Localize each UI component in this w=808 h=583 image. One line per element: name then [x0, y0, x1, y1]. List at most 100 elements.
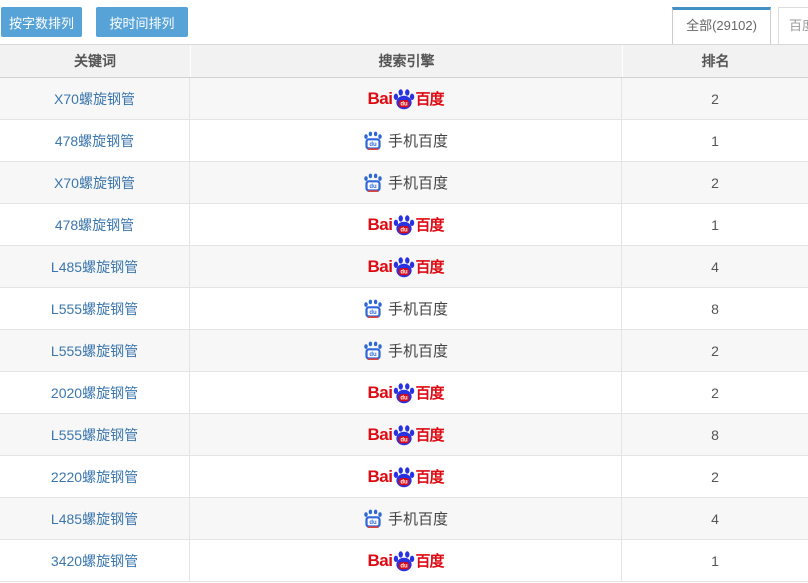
- baidu-logo: Bai du 百度: [368, 550, 444, 572]
- mobile-icon-du-text: du: [369, 351, 377, 357]
- keyword-link[interactable]: L555螺旋钢管: [51, 299, 138, 319]
- keyword-cell: L555螺旋钢管: [0, 330, 190, 371]
- rank-value: 2: [621, 456, 808, 497]
- keyword-cell: L555螺旋钢管: [0, 288, 190, 329]
- sort-by-wordcount-button[interactable]: 按字数排列: [1, 7, 82, 37]
- table-row: L555螺旋钢管 Bai du 百度: [0, 414, 808, 456]
- mobile-baidu-icon: du: [363, 341, 383, 361]
- baidu-logo-du-text: du: [401, 479, 409, 485]
- keyword-cell: 3420螺旋钢管: [0, 540, 190, 581]
- engine-cell: Bai du 百度: [190, 288, 621, 329]
- engine-cell: Bai du 百度: [190, 204, 621, 245]
- mobile-baidu-icon: du: [363, 131, 383, 151]
- baidu-paw-icon: du: [392, 466, 416, 488]
- baidu-paw-icon: du: [392, 382, 416, 404]
- table-row: X70螺旋钢管 Bai du 百度: [0, 162, 808, 204]
- baidu-logo-cn-text: 百度: [415, 466, 443, 487]
- keyword-link[interactable]: 478螺旋钢管: [55, 131, 134, 151]
- baidu-logo-bai-text: Bai: [368, 383, 393, 403]
- tab-all[interactable]: 全部(29102): [672, 7, 771, 44]
- baidu-logo-du-text: du: [401, 395, 409, 401]
- engine-cell: Bai du 百度: [190, 78, 621, 119]
- rank-value: 2: [621, 372, 808, 413]
- table-row: 2020螺旋钢管 Bai du 百度: [0, 372, 808, 414]
- baidu-logo-cn-text: 百度: [415, 88, 443, 109]
- keyword-link[interactable]: L555螺旋钢管: [51, 425, 138, 445]
- baidu-paw-icon: du: [392, 88, 416, 110]
- baidu-logo-du-text: du: [401, 437, 409, 443]
- table-body: X70螺旋钢管 Bai du 百度: [0, 78, 808, 583]
- rank-value: 2: [621, 162, 808, 203]
- mobile-baidu: du 手机百度: [363, 172, 448, 193]
- keyword-cell: 2020螺旋钢管: [0, 372, 190, 413]
- baidu-logo-bai-text: Bai: [368, 215, 393, 235]
- engine-cell: Bai du 百度: [190, 120, 621, 161]
- table-row: L485螺旋钢管 Bai du 百度: [0, 246, 808, 288]
- mobile-baidu-label: 手机百度: [388, 172, 448, 193]
- baidu-logo-bai-text: Bai: [368, 467, 393, 487]
- baidu-logo-cn-text: 百度: [415, 214, 443, 235]
- keyword-link[interactable]: 478螺旋钢管: [55, 215, 134, 235]
- column-header-engine: 搜索引擎: [190, 45, 622, 77]
- mobile-baidu-label: 手机百度: [388, 298, 448, 319]
- baidu-logo-cn-text: 百度: [415, 382, 443, 403]
- keyword-link[interactable]: L485螺旋钢管: [51, 509, 138, 529]
- keyword-cell: 478螺旋钢管: [0, 120, 190, 161]
- baidu-logo-du-text: du: [401, 269, 409, 275]
- keyword-link[interactable]: 2220螺旋钢管: [51, 467, 138, 487]
- baidu-logo-du-text: du: [401, 563, 409, 569]
- baidu-logo: Bai du 百度: [368, 466, 444, 488]
- table-row: 478螺旋钢管 Bai du 百度: [0, 120, 808, 162]
- baidu-paw-icon: du: [392, 256, 416, 278]
- table-row: L555螺旋钢管 Bai du 百度: [0, 288, 808, 330]
- engine-cell: Bai du 百度: [190, 330, 621, 371]
- baidu-logo: Bai du 百度: [368, 88, 444, 110]
- rank-value: 1: [621, 204, 808, 245]
- baidu-logo: Bai du 百度: [368, 256, 444, 278]
- table-row: 478螺旋钢管 Bai du 百度: [0, 204, 808, 246]
- mobile-baidu: du 手机百度: [363, 340, 448, 361]
- keyword-cell: X70螺旋钢管: [0, 162, 190, 203]
- keyword-cell: X70螺旋钢管: [0, 78, 190, 119]
- table-row: X70螺旋钢管 Bai du 百度: [0, 78, 808, 120]
- baidu-paw-icon: du: [392, 550, 416, 572]
- baidu-logo: Bai du 百度: [368, 214, 444, 236]
- mobile-baidu-icon: du: [363, 509, 383, 529]
- keyword-cell: 478螺旋钢管: [0, 204, 190, 245]
- keyword-link[interactable]: L555螺旋钢管: [51, 341, 138, 361]
- keyword-cell: L485螺旋钢管: [0, 246, 190, 287]
- rank-value: 4: [621, 498, 808, 539]
- table-header: 关键词 搜索引擎 排名: [0, 44, 808, 78]
- baidu-logo-bai-text: Bai: [368, 257, 393, 277]
- engine-cell: Bai du 百度: [190, 372, 621, 413]
- mobile-baidu-icon: du: [363, 299, 383, 319]
- rank-value: 2: [621, 78, 808, 119]
- keyword-cell: L555螺旋钢管: [0, 414, 190, 455]
- mobile-baidu-label: 手机百度: [388, 130, 448, 151]
- mobile-baidu: du 手机百度: [363, 298, 448, 319]
- rank-value: 8: [621, 414, 808, 455]
- engine-cell: Bai du 百度: [190, 498, 621, 539]
- keyword-link[interactable]: 3420螺旋钢管: [51, 551, 138, 571]
- engine-cell: Bai du 百度: [190, 414, 621, 455]
- baidu-paw-icon: du: [392, 424, 416, 446]
- baidu-logo: Bai du 百度: [368, 424, 444, 446]
- baidu-logo-du-text: du: [401, 101, 409, 107]
- baidu-logo-bai-text: Bai: [368, 89, 393, 109]
- keyword-link[interactable]: X70螺旋钢管: [54, 173, 135, 193]
- keyword-cell: 2220螺旋钢管: [0, 456, 190, 497]
- keyword-link[interactable]: L485螺旋钢管: [51, 257, 138, 277]
- keyword-link[interactable]: 2020螺旋钢管: [51, 383, 138, 403]
- tab-baidu[interactable]: 百度: [778, 7, 808, 44]
- mobile-icon-du-text: du: [369, 141, 377, 147]
- mobile-baidu-icon: du: [363, 173, 383, 193]
- rank-value: 2: [621, 330, 808, 371]
- baidu-logo-cn-text: 百度: [415, 550, 443, 571]
- mobile-baidu-label: 手机百度: [388, 508, 448, 529]
- keyword-link[interactable]: X70螺旋钢管: [54, 89, 135, 109]
- sort-by-time-button[interactable]: 按时间排列: [96, 7, 188, 37]
- mobile-icon-du-text: du: [369, 519, 377, 525]
- column-header-rank: 排名: [622, 45, 808, 77]
- rank-value: 8: [621, 288, 808, 329]
- rank-value: 1: [621, 540, 808, 581]
